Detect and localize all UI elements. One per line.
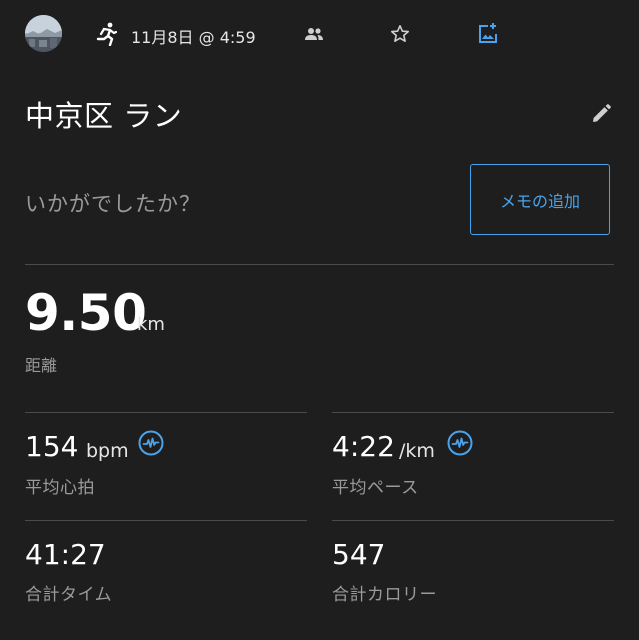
avg-heart-rate-value: 154 xyxy=(25,430,79,463)
distance-value: 9.50 xyxy=(25,284,147,342)
total-calories-label: 合計カロリー xyxy=(332,585,437,605)
divider xyxy=(332,520,614,521)
running-icon xyxy=(96,22,117,46)
total-calories-value: 547 xyxy=(332,538,386,571)
divider xyxy=(25,264,614,265)
avg-heart-rate-unit: bpm xyxy=(86,440,129,462)
distance-unit: km xyxy=(137,314,165,335)
add-memo-button[interactable]: メモの追加 xyxy=(470,164,610,235)
activity-date-time: 11月8日 @ 4:59 xyxy=(131,28,256,47)
star-outline-icon[interactable] xyxy=(390,24,410,44)
divider xyxy=(25,520,307,521)
pencil-icon[interactable] xyxy=(590,103,612,125)
heart-rate-zone-icon[interactable] xyxy=(138,430,164,456)
avg-pace-value: 4:22 xyxy=(332,430,395,463)
pace-zone-icon[interactable] xyxy=(447,430,473,456)
activity-title: 中京区 ラン xyxy=(25,99,183,133)
divider xyxy=(332,412,614,413)
avg-pace-label: 平均ペース xyxy=(332,478,419,498)
divider xyxy=(25,412,307,413)
total-time-label: 合計タイム xyxy=(25,585,113,605)
avg-pace-unit: /km xyxy=(399,440,435,462)
avg-heart-rate-label: 平均心拍 xyxy=(25,478,95,498)
activity-header-bar: 11月8日 @ 4:59 xyxy=(0,0,639,70)
feedback-prompt: いかがでしたか？ xyxy=(25,192,201,216)
add-photo-icon[interactable] xyxy=(476,21,500,45)
people-icon[interactable] xyxy=(304,27,324,41)
total-time-value: 41:27 xyxy=(25,538,106,571)
distance-label: 距離 xyxy=(25,356,58,375)
profile-avatar[interactable] xyxy=(25,15,62,52)
